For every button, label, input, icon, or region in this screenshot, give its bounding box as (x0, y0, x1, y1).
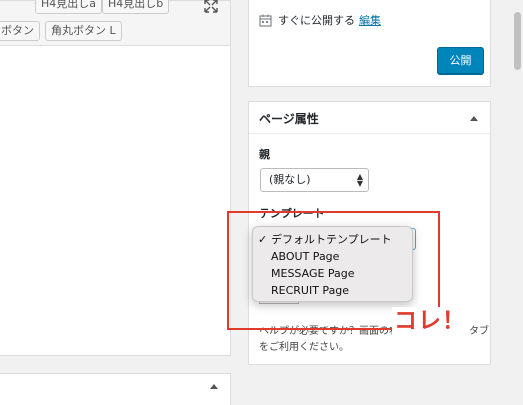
publish-button[interactable]: 公開 (437, 47, 484, 74)
schedule-text: すぐに公開する (278, 14, 355, 27)
scrollbar-thumb[interactable] (514, 12, 521, 70)
page-attributes-header[interactable]: ページ属性 (249, 102, 490, 134)
qt-button-button[interactable]: ボタン (0, 21, 40, 41)
parent-select-value: (親なし) (269, 173, 311, 186)
editor-frame: H4見出しa H4見出しb ボタン 角丸ボタン L (0, 0, 231, 356)
qt-button-rounded-l[interactable]: 角丸ボタン L (45, 21, 122, 41)
lower-metabox (0, 373, 231, 405)
collapse-toggle-icon[interactable] (210, 384, 218, 389)
calendar-icon (259, 14, 272, 27)
parent-select[interactable]: (親なし) ▲ ▼ (260, 168, 369, 192)
publish-schedule-row: すぐに公開する 編集 (259, 12, 381, 28)
page-attributes-title: ページ属性 (259, 112, 319, 126)
qt-button-h4a[interactable]: H4見出しa (35, 0, 103, 14)
publish-metabox: すぐに公開する 編集 公開 (248, 0, 491, 87)
editor-quicktags-toolbar: H4見出しa H4見出しb ボタン 角丸ボタン L (0, 0, 230, 46)
parent-label: 親 (259, 148, 270, 161)
fullscreen-icon[interactable] (203, 0, 219, 14)
highlight-label: コレ！ (392, 307, 468, 335)
qt-button-h4b[interactable]: H4見出しb (102, 0, 170, 14)
collapse-toggle-icon[interactable] (470, 116, 478, 121)
select-arrows-icon: ▲ ▼ (356, 172, 363, 188)
schedule-edit-link[interactable]: 編集 (359, 12, 381, 28)
